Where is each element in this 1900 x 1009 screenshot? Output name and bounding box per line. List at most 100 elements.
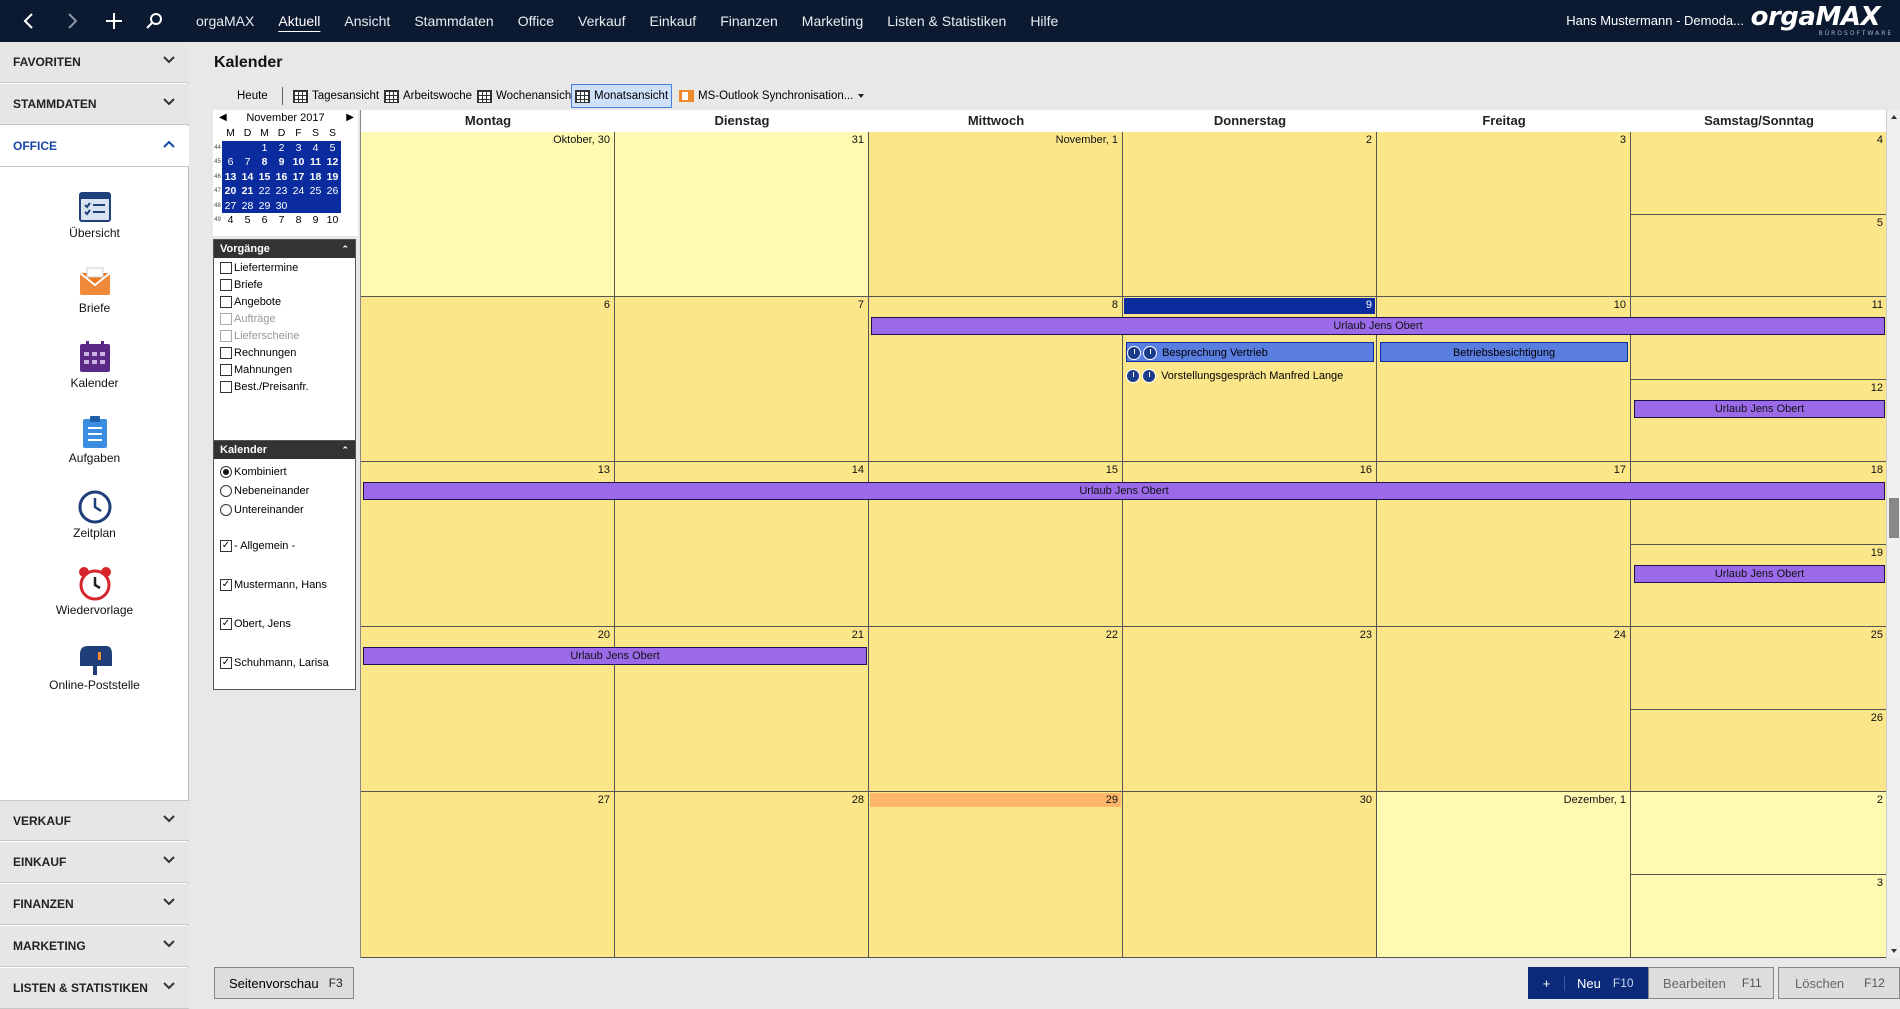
sidebar-section-finanzen[interactable]: FINANZEN — [0, 884, 189, 925]
mini-calendar-day[interactable]: 4 — [307, 140, 324, 155]
checkbox-box[interactable] — [220, 296, 232, 308]
menu-finanzen[interactable]: Finanzen — [720, 13, 778, 29]
menu-orgamax[interactable]: orgaMAX — [196, 13, 254, 29]
appointment-besprechung-vertrieb[interactable]: Besprechung Vertrieb — [1126, 342, 1374, 362]
sidebar-section-einkauf[interactable]: EINKAUF — [0, 842, 189, 883]
sidebar-section-favoriten[interactable]: FAVORITEN — [0, 42, 189, 83]
mini-calendar-day[interactable]: 10 — [290, 155, 307, 170]
wochenansicht-button[interactable]: Wochenansicht — [474, 84, 577, 108]
loeschen-button[interactable]: Löschen F12 — [1778, 967, 1900, 999]
radio-button[interactable] — [220, 485, 232, 497]
menu-aktuell[interactable]: Aktuell — [278, 13, 320, 29]
tagesansicht-button[interactable]: Tagesansicht — [290, 84, 382, 108]
day-cell[interactable]: November, 1 — [869, 132, 1123, 297]
menu-ansicht[interactable]: Ansicht — [344, 13, 390, 29]
mini-calendar-day[interactable]: 7 — [273, 213, 290, 228]
back-arrow-icon[interactable] — [10, 0, 48, 42]
day-cell[interactable]: 30 — [1123, 792, 1377, 958]
day-cell[interactable]: 27 — [361, 792, 615, 958]
sidebar-section-marketing[interactable]: MARKETING — [0, 926, 189, 967]
day-cell[interactable]: 23 — [1123, 627, 1377, 792]
checkbox-mahnungen[interactable]: Mahnungen — [220, 364, 292, 376]
menu-listen-statistiken[interactable]: Listen & Statistiken — [887, 13, 1006, 29]
checkbox-angebote[interactable]: Angebote — [220, 296, 281, 308]
event-urlaub[interactable]: Urlaub Jens Obert — [363, 482, 1885, 500]
checkbox-calendar-obert[interactable]: ✓ Obert, Jens — [220, 618, 291, 630]
day-cell[interactable]: 6 — [361, 297, 615, 462]
day-cell[interactable]: 5 — [1631, 215, 1886, 297]
mini-calendar-day[interactable]: 6 — [222, 155, 239, 170]
checkbox-calendar-mustermann[interactable]: ✓ Mustermann, Hans — [220, 579, 327, 591]
menu-hilfe[interactable]: Hilfe — [1030, 13, 1058, 29]
event-urlaub[interactable]: Urlaub Jens Obert — [363, 647, 867, 665]
mini-calendar-day[interactable] — [222, 140, 239, 155]
outlook-sync-button[interactable]: MS-Outlook Synchronisation... — [676, 84, 868, 108]
sidebar-item-kalender[interactable]: Kalender — [0, 340, 189, 410]
day-cell[interactable]: 24 — [1377, 627, 1631, 792]
menu-einkauf[interactable]: Einkauf — [649, 13, 696, 29]
mini-calendar-day[interactable]: 9 — [273, 155, 290, 170]
mini-calendar-day[interactable]: 16 — [273, 169, 290, 184]
bearbeiten-button[interactable]: Bearbeiten F11 — [1648, 967, 1774, 999]
event-urlaub[interactable]: Urlaub Jens Obert — [1634, 565, 1885, 583]
checkbox-box[interactable] — [220, 364, 232, 376]
checkbox-box[interactable]: ✓ — [220, 657, 232, 669]
sidebar-item-wiedervorlage[interactable]: Wiedervorlage — [0, 565, 189, 635]
sidebar-item-aufgaben[interactable]: Aufgaben — [0, 415, 189, 485]
seitenvorschau-button[interactable]: Seitenvorschau F3 — [214, 967, 354, 999]
mini-calendar-day[interactable]: 25 — [307, 184, 324, 199]
sidebar-item-online-poststelle[interactable]: Online-Poststelle — [0, 642, 189, 712]
collapse-icon[interactable]: ⌃ — [341, 441, 349, 459]
mini-calendar-day[interactable]: 18 — [307, 169, 324, 184]
next-month-icon[interactable]: ▶ — [346, 112, 354, 123]
mini-calendar-day[interactable]: 2 — [273, 140, 290, 155]
mini-calendar-day[interactable] — [324, 198, 341, 213]
menu-verkauf[interactable]: Verkauf — [578, 13, 625, 29]
mini-calendar-day[interactable]: 7 — [239, 155, 256, 170]
day-cell[interactable]: 2 — [1631, 792, 1886, 875]
checkbox-liefertermine[interactable]: Liefertermine — [220, 262, 298, 274]
mini-calendar-day[interactable]: 9 — [307, 213, 324, 228]
sidebar-item-uebersicht[interactable]: Übersicht — [0, 190, 189, 260]
day-cell[interactable]: 3 — [1631, 875, 1886, 958]
mini-calendar-day[interactable]: 11 — [307, 155, 324, 170]
mini-calendar-day[interactable]: 20 — [222, 184, 239, 199]
radio-untereinander[interactable]: Untereinander — [220, 504, 304, 516]
appointment-vorstellungsgespraech[interactable]: Vorstellungsgespräch Manfred Lange — [1126, 366, 1374, 386]
day-cell[interactable]: 18 — [1631, 462, 1886, 545]
mini-calendar-day[interactable]: 27 — [222, 198, 239, 213]
mini-calendar-day[interactable]: 5 — [324, 140, 341, 155]
collapse-icon[interactable]: ⌃ — [341, 240, 349, 258]
checkbox-box[interactable] — [220, 262, 232, 274]
day-cell[interactable]: 28 — [615, 792, 869, 958]
mini-calendar-day[interactable]: 30 — [273, 198, 290, 213]
mini-calendar-day[interactable]: 24 — [290, 184, 307, 199]
search-icon[interactable] — [136, 0, 174, 42]
mini-calendar-day[interactable]: 13 — [222, 169, 239, 184]
checkbox-rechnungen[interactable]: Rechnungen — [220, 347, 296, 359]
scroll-down-icon[interactable] — [1890, 948, 1898, 954]
menu-marketing[interactable]: Marketing — [802, 13, 863, 29]
vorgaenge-header[interactable]: Vorgänge ⌃ — [214, 240, 355, 258]
mini-calendar-day[interactable]: 8 — [256, 155, 273, 170]
checkbox-box[interactable]: ✓ — [220, 540, 232, 552]
mini-calendar-day[interactable]: 12 — [324, 155, 341, 170]
mini-calendar-day[interactable]: 1 — [256, 140, 273, 155]
day-cell[interactable]: 22 — [869, 627, 1123, 792]
checkbox-briefe[interactable]: Briefe — [220, 279, 263, 291]
event-urlaub[interactable]: Urlaub Jens Obert — [871, 317, 1885, 335]
day-cell[interactable]: 25 — [1631, 627, 1886, 710]
mini-calendar-day[interactable] — [239, 140, 256, 155]
mini-calendar-day[interactable]: 5 — [239, 213, 256, 228]
mini-calendar-day[interactable]: 28 — [239, 198, 256, 213]
mini-calendar-day[interactable]: 15 — [256, 169, 273, 184]
sidebar-section-verkauf[interactable]: VERKAUF — [0, 800, 189, 841]
radio-button[interactable] — [220, 466, 232, 478]
heute-button[interactable]: Heute — [234, 84, 271, 108]
monatsansicht-button[interactable]: Monatsansicht — [571, 84, 673, 108]
forward-arrow-icon[interactable] — [53, 0, 91, 42]
checkbox-box[interactable] — [220, 381, 232, 393]
neu-button[interactable]: + Neu F10 — [1528, 967, 1652, 999]
mini-calendar-day[interactable]: 14 — [239, 169, 256, 184]
checkbox-bestellungen[interactable]: Best./Preisanfr. — [220, 381, 309, 393]
